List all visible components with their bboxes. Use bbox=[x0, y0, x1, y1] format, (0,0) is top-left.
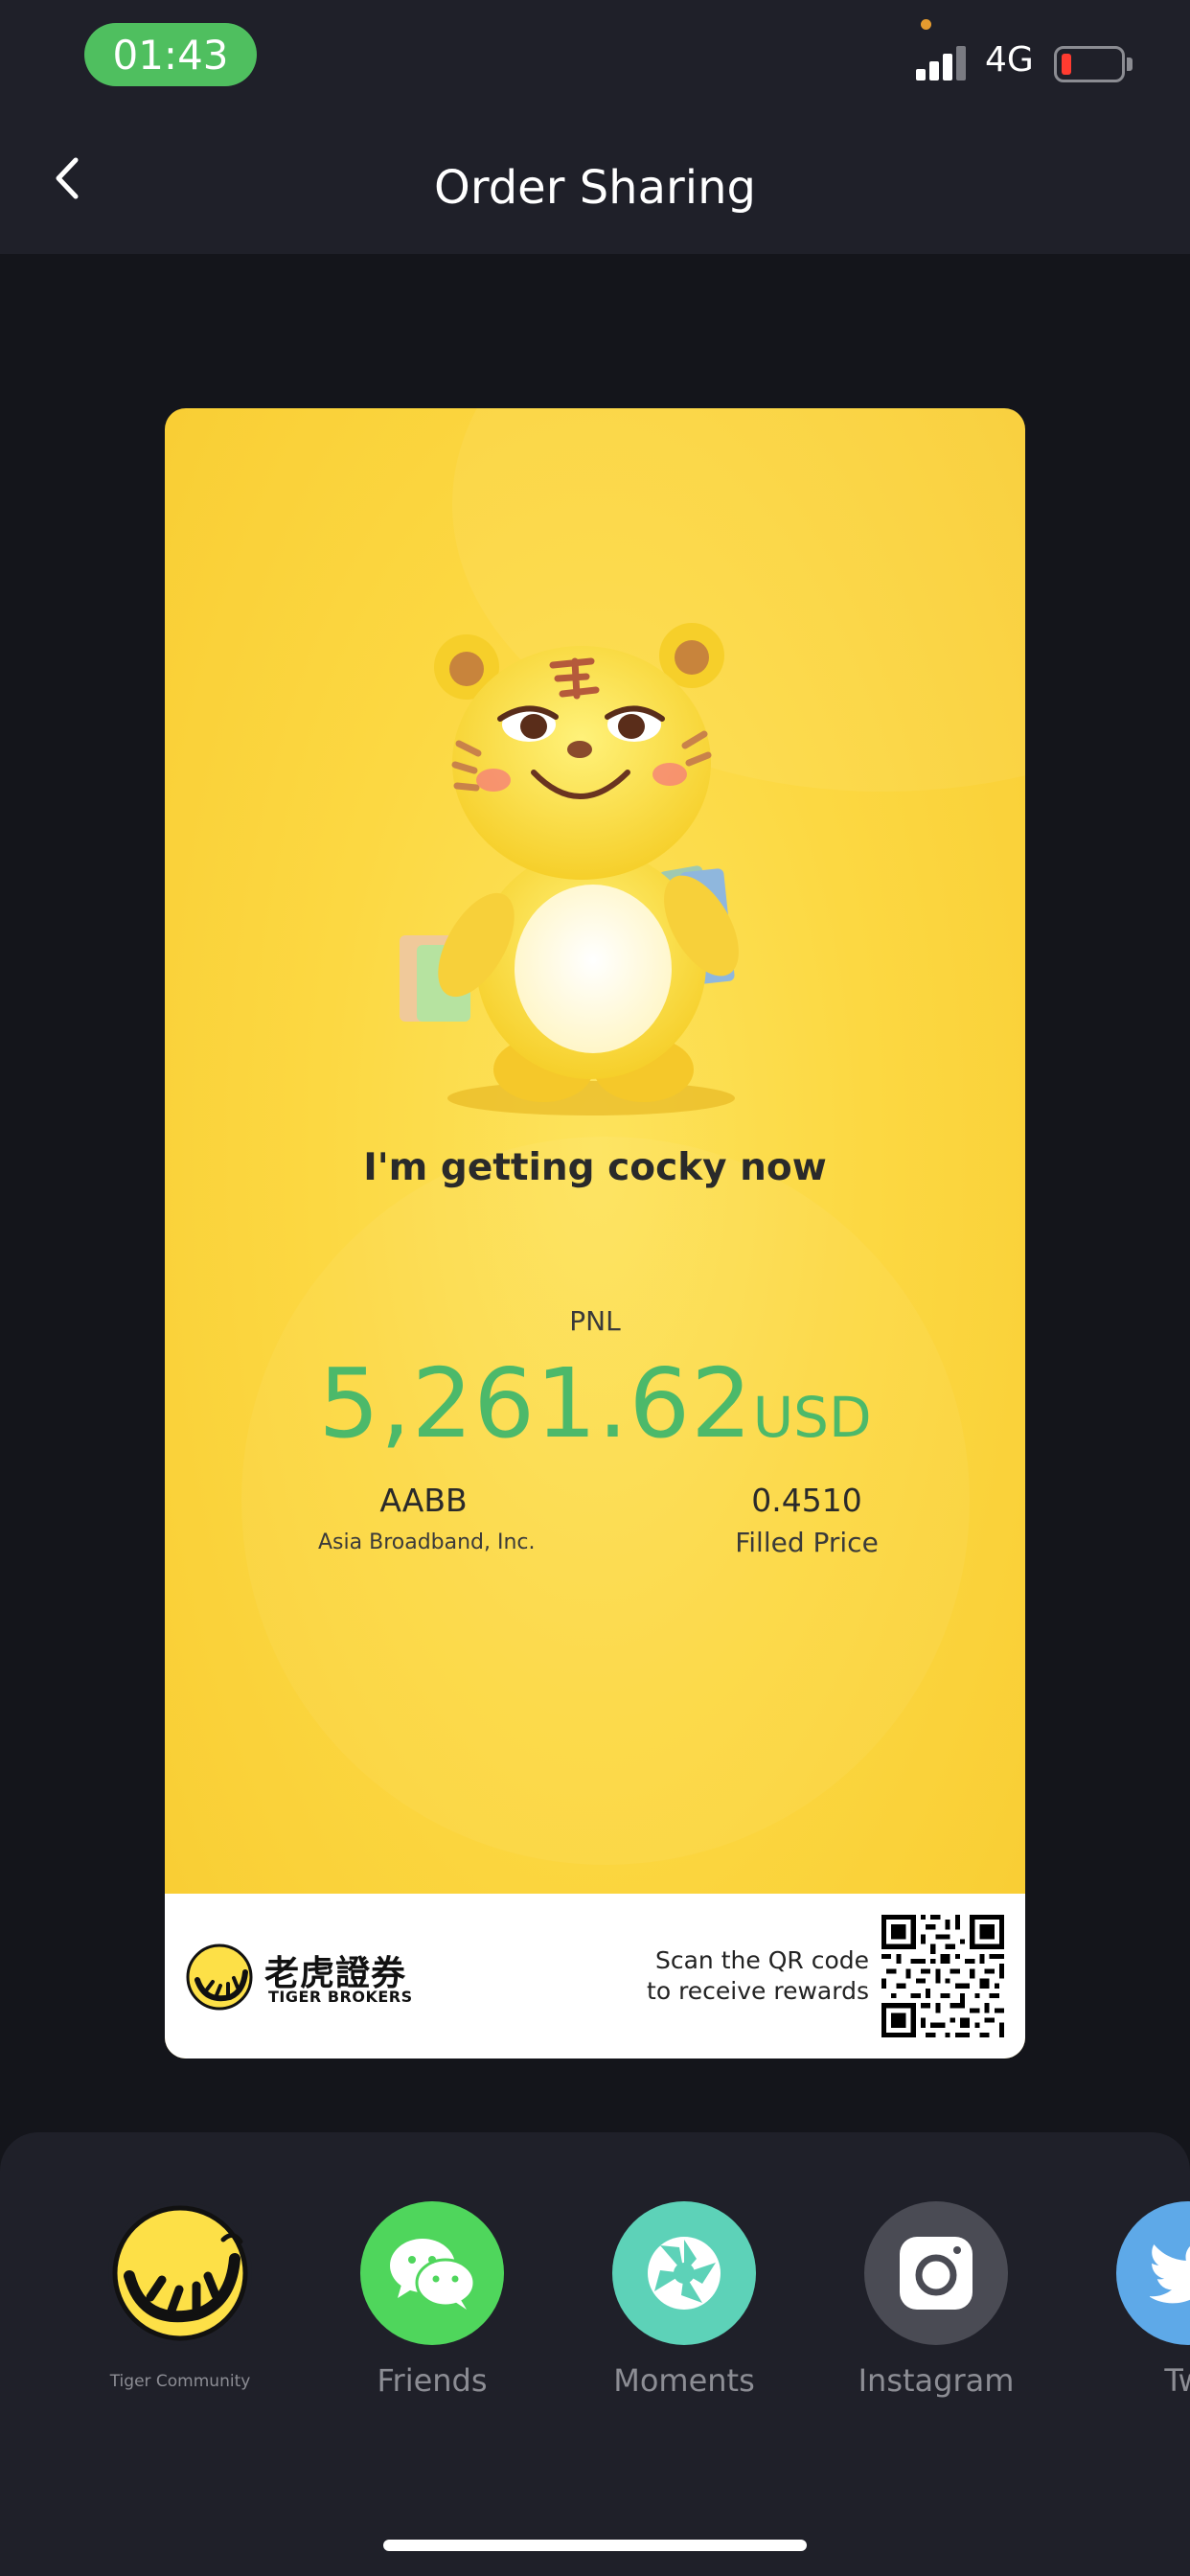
stock-info: AABB Asia Broadband, Inc. bbox=[318, 1482, 536, 1554]
home-indicator bbox=[383, 2540, 807, 2551]
tiger-mascot-illustration bbox=[400, 623, 739, 1116]
tiger-brokers-logo-icon bbox=[186, 1944, 253, 2011]
share-card: I'm getting cocky now PNL 5,261.62USD AA… bbox=[165, 408, 1025, 2058]
battery-icon bbox=[1054, 46, 1125, 82]
share-instagram-button[interactable]: Instagram bbox=[840, 2201, 1032, 2412]
wechat-icon bbox=[390, 2239, 476, 2310]
pnl-value: 5,261.62USD bbox=[165, 1347, 1025, 1460]
scan-qr-instruction: Scan the QR code to receive rewards bbox=[615, 1945, 869, 2007]
share-label: Instagram bbox=[858, 2362, 1015, 2399]
instagram-icon bbox=[900, 2237, 973, 2310]
share-label: Tiger Community bbox=[109, 2372, 251, 2391]
battery-tip bbox=[1127, 58, 1133, 71]
signal-strength-icon bbox=[916, 44, 970, 80]
pnl-label: PNL bbox=[569, 1305, 621, 1337]
filled-price-value: 0.4510 bbox=[751, 1482, 862, 1519]
scan-line-1: Scan the QR code bbox=[655, 1946, 869, 1974]
status-time: 01:43 bbox=[84, 23, 257, 86]
status-bar: 01:43 4G bbox=[0, 0, 1190, 134]
share-sheet: Tiger Community Friends Moments Instagra… bbox=[0, 2132, 1190, 2576]
filled-price-label: Filled Price bbox=[735, 1527, 879, 1558]
twitter-icon bbox=[1150, 2244, 1190, 2304]
share-label: Twi bbox=[1164, 2362, 1190, 2399]
pnl-amount: 5,261.62 bbox=[318, 1347, 753, 1460]
privacy-indicator-dot bbox=[921, 19, 931, 30]
share-twitter-button[interactable]: Twi bbox=[1092, 2201, 1190, 2412]
moments-icon bbox=[648, 2237, 721, 2310]
qr-code bbox=[881, 1915, 1004, 2037]
card-footer: 老虎證券 TIGER BROKERS Scan the QR code to r… bbox=[165, 1894, 1025, 2058]
stock-symbol: AABB bbox=[379, 1482, 468, 1519]
share-label: Moments bbox=[613, 2362, 755, 2399]
page-title: Order Sharing bbox=[434, 161, 756, 215]
share-moments-button[interactable]: Moments bbox=[588, 2201, 780, 2412]
network-type: 4G bbox=[985, 40, 1034, 80]
company-name: Asia Broadband, Inc. bbox=[318, 1530, 536, 1554]
scan-line-2: to receive rewards bbox=[647, 1977, 869, 2005]
share-label: Friends bbox=[377, 2362, 488, 2399]
share-tagline: I'm getting cocky now bbox=[363, 1146, 827, 1189]
share-tiger-community-button[interactable]: Tiger Community bbox=[84, 2201, 276, 2412]
brand-name-english: TIGER BROKERS bbox=[268, 1988, 413, 2006]
navigation-bar: Order Sharing bbox=[0, 134, 1190, 254]
pnl-currency: USD bbox=[752, 1385, 872, 1450]
tiger-community-icon bbox=[112, 2205, 248, 2341]
share-friends-button[interactable]: Friends bbox=[336, 2201, 528, 2412]
filled-price-info: 0.4510 Filled Price bbox=[701, 1482, 912, 1558]
